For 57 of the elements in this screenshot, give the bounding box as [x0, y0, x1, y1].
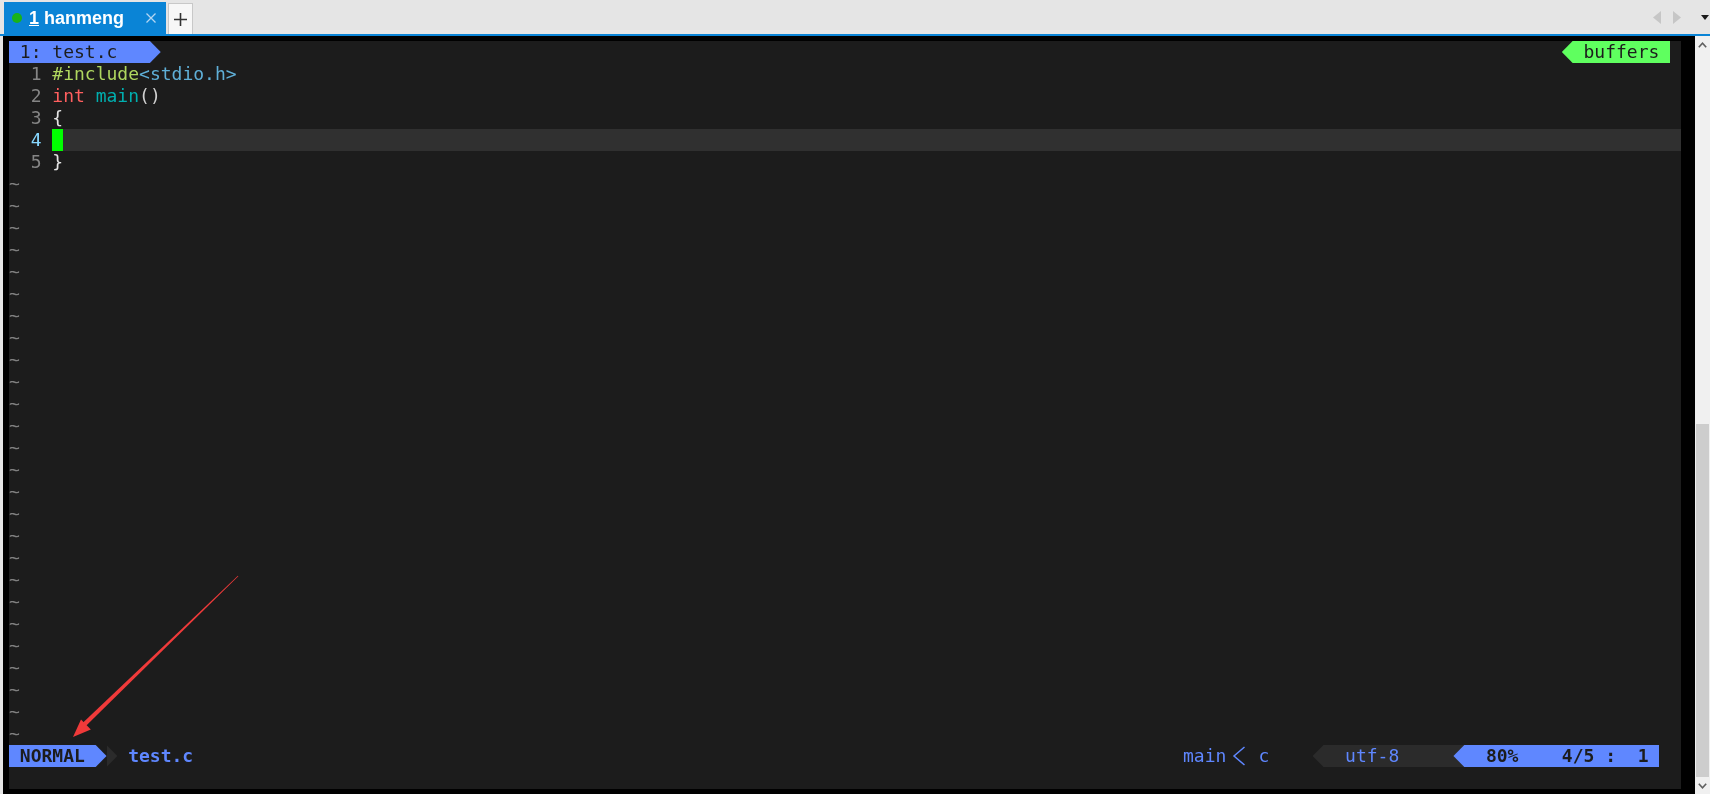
dropdown-caret-icon[interactable] — [1701, 14, 1709, 20]
code-line: } — [52, 151, 64, 173]
empty-line-marker: ~ — [9, 283, 20, 305]
empty-line-marker: ~ — [9, 217, 20, 239]
line-number: 4 — [30, 129, 42, 151]
chevron-icon — [1232, 746, 1247, 766]
line-number: 5 — [30, 151, 42, 173]
empty-line-marker: ~ — [9, 371, 20, 393]
file-type: c — [1258, 745, 1270, 767]
empty-line-marker: ~ — [9, 635, 20, 657]
buffers-label: buffers — [1561, 41, 1671, 63]
file-name: test.c — [128, 745, 194, 767]
line-number: 2 — [30, 85, 42, 107]
empty-line-marker: ~ — [9, 701, 20, 723]
empty-line-marker: ~ — [9, 239, 20, 261]
empty-line-marker: ~ — [9, 723, 20, 745]
scroll-left-icon[interactable] — [1653, 10, 1661, 24]
empty-line-marker: ~ — [9, 503, 20, 525]
new-tab-button[interactable] — [168, 3, 193, 34]
scrollbar[interactable] — [1695, 36, 1710, 794]
empty-line-marker: ~ — [9, 261, 20, 283]
empty-line-marker: ~ — [9, 437, 20, 459]
empty-line-marker: ~ — [9, 547, 20, 569]
line-number: 1 — [30, 63, 42, 85]
code-line: int main() — [52, 85, 161, 107]
status-dot-icon — [12, 13, 22, 23]
empty-line-marker: ~ — [9, 613, 20, 635]
empty-line-marker: ~ — [9, 459, 20, 481]
empty-line-marker: ~ — [9, 195, 20, 217]
scroll-percent: 80% — [1485, 745, 1519, 767]
cursor-position: 4/5 : 1 — [1561, 745, 1649, 767]
mode-indicator: NORMAL — [9, 745, 107, 767]
empty-line-marker: ~ — [9, 349, 20, 371]
empty-line-marker: ~ — [9, 591, 20, 613]
code-line: #include<stdio.h> — [52, 63, 237, 85]
empty-line-marker: ~ — [9, 415, 20, 437]
empty-line-marker: ~ — [9, 173, 20, 195]
scroll-right-icon[interactable] — [1673, 10, 1681, 24]
scroll-up-icon[interactable] — [1698, 41, 1707, 48]
empty-line-marker: ~ — [9, 305, 20, 327]
function-name: main — [1183, 745, 1227, 767]
empty-line-marker: ~ — [9, 679, 20, 701]
line-number: 3 — [30, 107, 42, 129]
empty-line-marker: ~ — [9, 327, 20, 349]
empty-line-marker: ~ — [9, 569, 20, 591]
code-line: { — [52, 107, 64, 129]
buffer-tab[interactable]: 1: test.c — [9, 41, 161, 63]
file-encoding: utf-8 — [1345, 745, 1400, 767]
scroll-down-icon[interactable] — [1698, 782, 1707, 789]
tab[interactable]: 1 hanmeng — [4, 2, 166, 34]
empty-line-marker: ~ — [9, 525, 20, 547]
close-icon[interactable] — [146, 13, 156, 23]
empty-line-marker: ~ — [9, 657, 20, 679]
empty-line-marker: ~ — [9, 393, 20, 415]
empty-line-marker: ~ — [9, 481, 20, 503]
plus-icon — [174, 12, 187, 26]
scrollbar-thumb[interactable] — [1696, 424, 1709, 777]
